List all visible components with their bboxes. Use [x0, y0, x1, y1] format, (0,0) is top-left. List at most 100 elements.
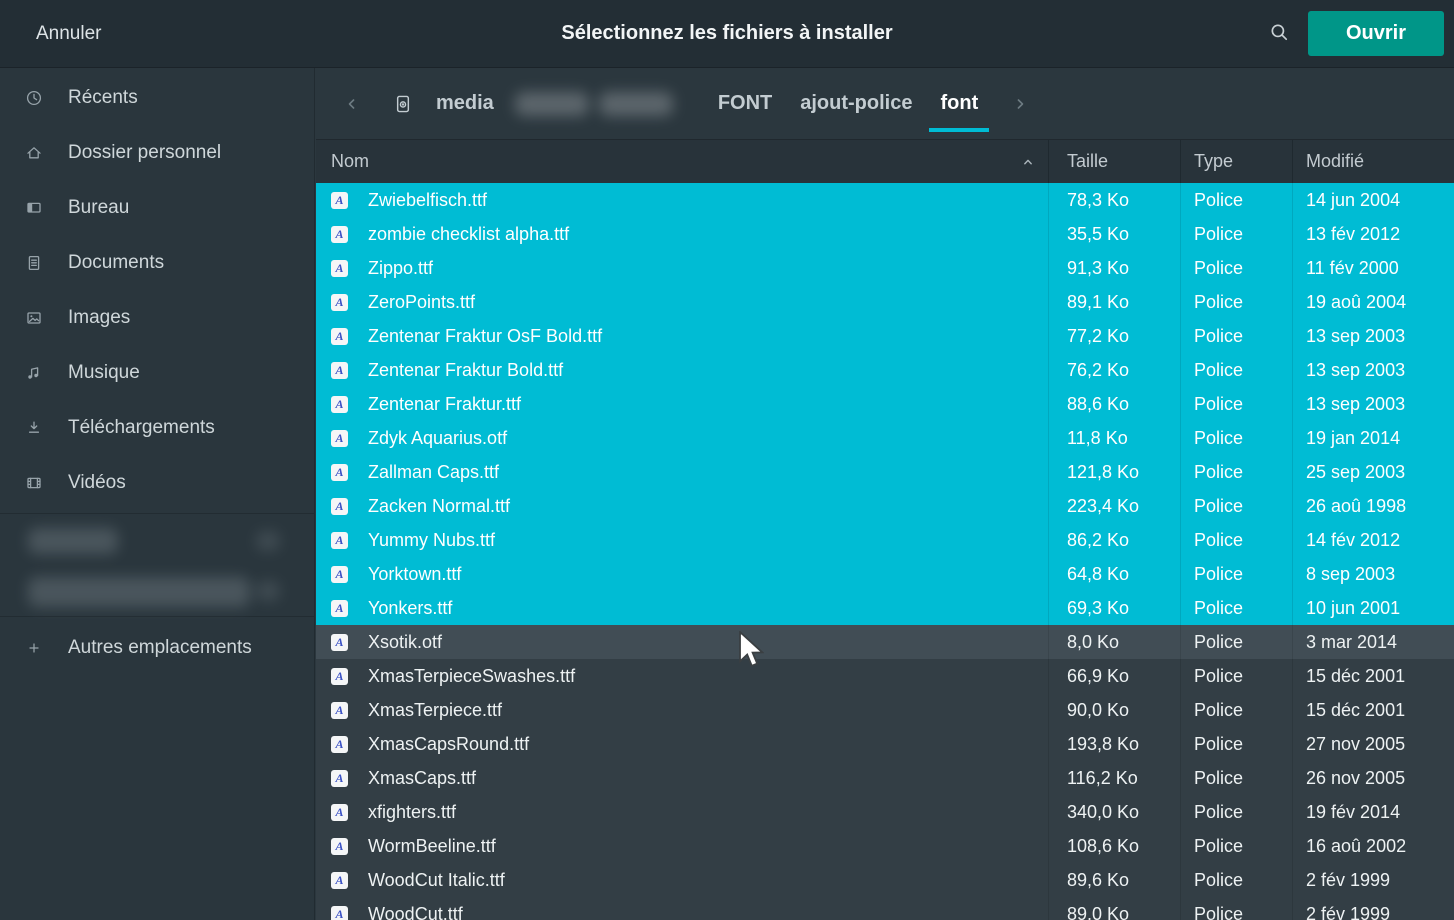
- plus-icon: [24, 638, 44, 658]
- titlebar: Annuler Sélectionnez les fichiers à inst…: [0, 0, 1454, 68]
- file-row[interactable]: A WoodCut.ttf 89,0 Ko Police 2 fév 1999: [316, 897, 1454, 920]
- file-size: 89,0 Ko: [1048, 897, 1180, 920]
- file-row[interactable]: A Zentenar Fraktur.ttf 88,6 Ko Police 13…: [316, 387, 1454, 421]
- file-type: Police: [1180, 625, 1292, 659]
- sidebar-item-vid-os[interactable]: Vidéos: [0, 455, 314, 510]
- sidebar-mount-blurred[interactable]: [0, 565, 314, 613]
- chevron-left-icon[interactable]: [338, 90, 366, 118]
- file-size: 340,0 Ko: [1048, 795, 1180, 829]
- file-row[interactable]: A Zippo.ttf 91,3 Ko Police 11 fév 2000: [316, 251, 1454, 285]
- file-modified: 13 sep 2003: [1292, 319, 1454, 353]
- file-size: 116,2 Ko: [1048, 761, 1180, 795]
- file-row[interactable]: A zombie checklist alpha.ttf 35,5 Ko Pol…: [316, 217, 1454, 251]
- file-name: XmasTerpieceSwashes.ttf: [368, 666, 575, 687]
- file-name: Zacken Normal.ttf: [368, 496, 510, 517]
- font-file-icon: A: [331, 804, 348, 821]
- file-type: Police: [1180, 829, 1292, 863]
- file-type: Police: [1180, 455, 1292, 489]
- font-file-icon: A: [331, 634, 348, 651]
- sidebar-item-t-l-chargements[interactable]: Téléchargements: [0, 400, 314, 455]
- font-file-icon: A: [331, 668, 348, 685]
- column-header-size[interactable]: Taille: [1048, 140, 1180, 183]
- file-size: 108,6 Ko: [1048, 829, 1180, 863]
- column-header-name[interactable]: Nom: [316, 140, 1048, 183]
- file-row[interactable]: A XmasCapsRound.ttf 193,8 Ko Police 27 n…: [316, 727, 1454, 761]
- file-name: WoodCut.ttf: [368, 904, 463, 920]
- file-modified: 27 nov 2005: [1292, 727, 1454, 761]
- file-row[interactable]: A Zdyk Aquarius.otf 11,8 Ko Police 19 ja…: [316, 421, 1454, 455]
- file-row[interactable]: A Yummy Nubs.ttf 86,2 Ko Police 14 fév 2…: [316, 523, 1454, 557]
- music-icon: [24, 363, 44, 383]
- clock-icon: [24, 88, 44, 108]
- sidebar-separator: [0, 616, 314, 617]
- file-row[interactable]: A Zentenar Fraktur OsF Bold.ttf 77,2 Ko …: [316, 319, 1454, 353]
- file-name: Zdyk Aquarius.otf: [368, 428, 507, 449]
- sidebar-item-documents[interactable]: Documents: [0, 235, 314, 290]
- file-modified: 13 fév 2012: [1292, 217, 1454, 251]
- file-size: 88,6 Ko: [1048, 387, 1180, 421]
- sidebar-item-label: Récents: [68, 87, 138, 109]
- file-name: Xsotik.otf: [368, 632, 442, 653]
- file-chooser-dialog: Annuler Sélectionnez les fichiers à inst…: [0, 0, 1454, 920]
- sidebar-mount-blurred[interactable]: [0, 517, 314, 565]
- sidebar-item-musique[interactable]: Musique: [0, 345, 314, 400]
- file-row[interactable]: A xfighters.ttf 340,0 Ko Police 19 fév 2…: [316, 795, 1454, 829]
- file-name: Yonkers.ttf: [368, 598, 452, 619]
- file-row[interactable]: A Zacken Normal.ttf 223,4 Ko Police 26 a…: [316, 489, 1454, 523]
- column-header-modified[interactable]: Modifié: [1292, 140, 1454, 183]
- breadcrumb-item-font[interactable]: font: [927, 68, 991, 139]
- search-button[interactable]: [1262, 17, 1296, 51]
- main-area: media FONT ajout-police font Nom Taill: [316, 68, 1454, 920]
- cancel-button[interactable]: Annuler: [34, 17, 104, 51]
- file-modified: 11 fév 2000: [1292, 251, 1454, 285]
- sidebar-item-other-locations[interactable]: Autres emplacements: [0, 620, 314, 675]
- file-row[interactable]: A Zwiebelfisch.ttf 78,3 Ko Police 14 jun…: [316, 183, 1454, 217]
- font-file-icon: A: [331, 770, 348, 787]
- breadcrumb-item-font[interactable]: FONT: [705, 68, 785, 139]
- chevron-right-icon[interactable]: [1006, 90, 1034, 118]
- sidebar-item-images[interactable]: Images: [0, 290, 314, 345]
- font-file-icon: A: [331, 396, 348, 413]
- file-type: Police: [1180, 659, 1292, 693]
- font-file-icon: A: [331, 566, 348, 583]
- file-modified: 13 sep 2003: [1292, 353, 1454, 387]
- breadcrumb-item-ajout-police[interactable]: ajout-police: [787, 68, 925, 139]
- file-modified: 2 fév 1999: [1292, 897, 1454, 920]
- file-row[interactable]: A XmasTerpieceSwashes.ttf 66,9 Ko Police…: [316, 659, 1454, 693]
- file-row[interactable]: A XmasCaps.ttf 116,2 Ko Police 26 nov 20…: [316, 761, 1454, 795]
- file-size: 64,8 Ko: [1048, 557, 1180, 591]
- sidebar-item-dossier-personnel[interactable]: Dossier personnel: [0, 125, 314, 180]
- file-row[interactable]: A Yonkers.ttf 69,3 Ko Police 10 jun 2001: [316, 591, 1454, 625]
- file-type: Police: [1180, 795, 1292, 829]
- file-modified: 14 jun 2004: [1292, 183, 1454, 217]
- font-file-icon: A: [331, 362, 348, 379]
- pathbar: media FONT ajout-police font: [316, 68, 1454, 140]
- file-row[interactable]: A Yorktown.ttf 64,8 Ko Police 8 sep 2003: [316, 557, 1454, 591]
- font-file-icon: A: [331, 226, 348, 243]
- file-name: xfighters.ttf: [368, 802, 456, 823]
- file-list: A Zwiebelfisch.ttf 78,3 Ko Police 14 jun…: [316, 183, 1454, 920]
- sidebar-item-bureau[interactable]: Bureau: [0, 180, 314, 235]
- column-header-type[interactable]: Type: [1180, 140, 1292, 183]
- file-row[interactable]: A Xsotik.otf 8,0 Ko Police 3 mar 2014: [316, 625, 1454, 659]
- file-modified: 13 sep 2003: [1292, 387, 1454, 421]
- sidebar-item-r-cents[interactable]: Récents: [0, 70, 314, 125]
- file-row[interactable]: A ZeroPoints.ttf 89,1 Ko Police 19 aoû 2…: [316, 285, 1454, 319]
- open-button[interactable]: Ouvrir: [1308, 11, 1444, 56]
- file-row[interactable]: A Zallman Caps.ttf 121,8 Ko Police 25 se…: [316, 455, 1454, 489]
- breadcrumb-item-media[interactable]: media: [423, 68, 507, 139]
- breadcrumb-item-blurred[interactable]: [509, 68, 703, 139]
- font-file-icon: A: [331, 532, 348, 549]
- file-row[interactable]: A XmasTerpiece.ttf 90,0 Ko Police 15 déc…: [316, 693, 1454, 727]
- file-size: 90,0 Ko: [1048, 693, 1180, 727]
- file-modified: 26 nov 2005: [1292, 761, 1454, 795]
- file-row[interactable]: A WormBeeline.ttf 108,6 Ko Police 16 aoû…: [316, 829, 1454, 863]
- file-size: 78,3 Ko: [1048, 183, 1180, 217]
- list-column-headers: Nom Taille Type Modifié: [316, 140, 1454, 183]
- file-row[interactable]: A WoodCut Italic.ttf 89,6 Ko Police 2 fé…: [316, 863, 1454, 897]
- removable-media-icon: [392, 93, 414, 115]
- file-row[interactable]: A Zentenar Fraktur Bold.ttf 76,2 Ko Poli…: [316, 353, 1454, 387]
- file-modified: 16 aoû 2002: [1292, 829, 1454, 863]
- font-file-icon: A: [331, 906, 348, 920]
- sidebar-item-label: Vidéos: [68, 472, 126, 494]
